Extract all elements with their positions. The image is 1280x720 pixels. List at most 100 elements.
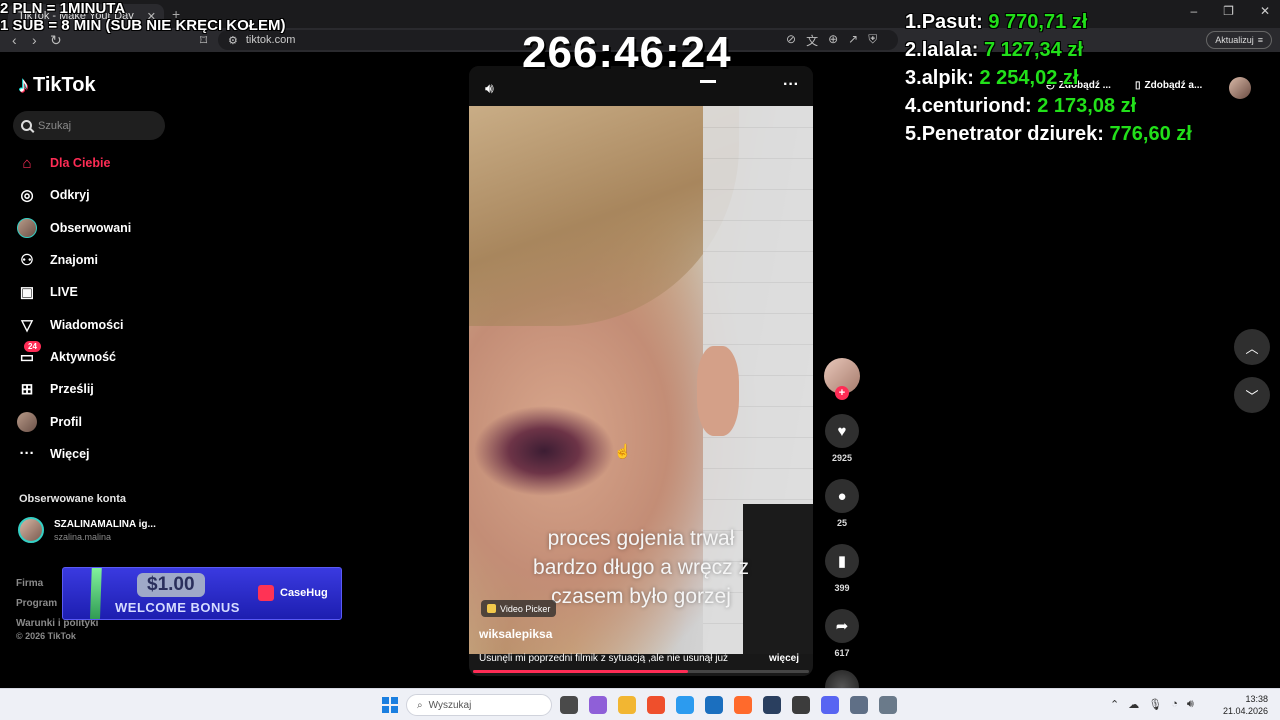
taskbar-app-icon[interactable]: [821, 696, 839, 714]
translate-icon[interactable]: 文: [806, 32, 818, 49]
sidebar-item-more[interactable]: ··· Więcej: [16, 438, 176, 470]
video-frame[interactable]: proces gojenia trwał bardzo długo a wręc…: [469, 106, 813, 654]
chevron-down-icon: ﹀: [1245, 388, 1259, 404]
search-input[interactable]: Szukaj: [13, 111, 165, 140]
speaker-icon[interactable]: 🔊︎: [1187, 698, 1194, 711]
mute-site-icon[interactable]: ⊘: [786, 32, 796, 49]
save-count: 399: [834, 583, 850, 593]
followed-accounts-title: Obserwowane konta: [19, 493, 126, 505]
more-options-icon[interactable]: ···: [783, 76, 799, 94]
restore-icon[interactable]: ❐: [1223, 4, 1234, 18]
share-icon[interactable]: ↗: [848, 32, 858, 49]
leaderboard-row: 3.alpik: 2 254,02 zł: [905, 64, 1192, 92]
onedrive-icon[interactable]: ☁: [1128, 698, 1139, 711]
reload-icon[interactable]: ↻: [50, 32, 62, 49]
volume-icon[interactable]: 🔊︎: [485, 80, 494, 97]
back-icon[interactable]: ‹: [12, 32, 17, 48]
user-avatar[interactable]: [1229, 77, 1251, 99]
sidebar-item-for-you[interactable]: ⌂ Dla Ciebie: [16, 147, 176, 179]
followed-account[interactable]: SZALINAMALINA ig... szalina.malina: [18, 517, 156, 543]
clock-time: 13:38: [1245, 694, 1268, 704]
activity-badge: 24: [24, 340, 41, 352]
tiktok-wordmark: TikTok: [33, 73, 96, 96]
follow-plus-icon[interactable]: +: [835, 386, 849, 400]
taskbar-app-icon[interactable]: [850, 696, 868, 714]
followed-account-handle: szalina.malina: [54, 531, 112, 542]
site-info-icon[interactable]: ⚙: [228, 34, 238, 47]
zoom-icon[interactable]: ⊕: [828, 32, 838, 49]
taskbar-search-input[interactable]: ⌕ Wyszukaj: [406, 694, 552, 716]
sidebar-item-messages[interactable]: ▽ Wiadomości: [16, 308, 176, 340]
messages-icon: ▽: [21, 316, 33, 334]
video-player[interactable]: 🔊︎ ··· proces gojenia trwał bardzo długo…: [469, 66, 813, 676]
brave-shield-icon[interactable]: ⛨: [868, 32, 877, 49]
taskbar-app-icon[interactable]: [647, 696, 665, 714]
next-video-button[interactable]: ﹀: [1234, 377, 1270, 413]
taskbar-app-icon[interactable]: [560, 696, 578, 714]
taskbar-app-icon[interactable]: [734, 696, 752, 714]
sidebar-item-upload[interactable]: ⊞ Prześlij: [16, 373, 176, 405]
like-action[interactable]: ♥ 2925: [822, 414, 862, 463]
description-more-link[interactable]: więcej: [769, 653, 799, 664]
author-avatar[interactable]: +: [824, 358, 860, 400]
taskbar-app-icon[interactable]: [618, 696, 636, 714]
sidebar-item-profile[interactable]: Profil: [16, 405, 176, 437]
bookmark-icon[interactable]: ⌑: [200, 32, 207, 49]
wifi-icon[interactable]: ◔: [1171, 698, 1178, 711]
promo-banner[interactable]: $1.00 WELCOME BONUS CaseHug: [62, 567, 342, 620]
taskbar-apps: [560, 696, 897, 714]
taskbar-app-icon[interactable]: [792, 696, 810, 714]
promo-brand: CaseHug: [258, 585, 328, 601]
search-icon: ⌕: [417, 699, 423, 711]
donation-leaderboard: 1.Pasut: 9 770,71 zł 2.lalala: 7 127,34 …: [905, 8, 1192, 148]
taskbar-app-icon[interactable]: [879, 696, 897, 714]
sidebar-item-label: Więcej: [50, 446, 90, 461]
extension-icons: ⊘ 文 ⊕ ↗ ⛨: [786, 32, 877, 49]
mic-icon[interactable]: 🎙︎: [1148, 698, 1162, 711]
sidebar-item-explore[interactable]: ◎ Odkryj: [16, 179, 176, 211]
windows-start-icon[interactable]: [382, 697, 398, 713]
close-window-icon[interactable]: ✕: [1260, 4, 1270, 18]
subathon-timer: 266:46:24: [522, 28, 732, 77]
update-label: Aktualizuj: [1215, 35, 1254, 45]
sidebar-item-label: Obserwowani: [50, 220, 132, 235]
sidebar-item-live[interactable]: ▣ LIVE: [16, 276, 176, 308]
comment-icon[interactable]: ●: [825, 479, 859, 513]
leaderboard-amount: 2 254,02 zł: [979, 67, 1079, 89]
leaderboard-rank: 2.: [905, 39, 922, 61]
video-actions: + ♥ 2925 ● 25 ▮ 399 ➦ 617: [822, 358, 862, 704]
sidebar-item-activity[interactable]: ▭ 24 Aktywność: [16, 340, 176, 373]
taskbar-app-icon[interactable]: [589, 696, 607, 714]
sidebar-item-friends[interactable]: ⚇ Znajomi: [16, 244, 176, 276]
caption-line: proces gojenia trwał: [547, 527, 735, 550]
comment-count: 25: [836, 518, 847, 528]
update-button[interactable]: Aktualizuj ≡: [1206, 31, 1272, 49]
leaderboard-amount: 7 127,34 zł: [983, 39, 1083, 61]
previous-video-button[interactable]: ︿: [1234, 329, 1270, 365]
share-count: 617: [834, 648, 850, 658]
compass-icon: ◎: [20, 187, 34, 205]
video-author[interactable]: wiksalepiksa: [479, 627, 552, 641]
video-picker-tag[interactable]: Video Picker: [481, 600, 557, 617]
leaderboard-rank: 5.: [905, 123, 922, 145]
share-action[interactable]: ➦ 617: [822, 609, 862, 658]
taskbar-app-icon[interactable]: [705, 696, 723, 714]
bookmark-icon[interactable]: ▮: [825, 544, 859, 578]
video-progress-bar[interactable]: [473, 670, 809, 673]
leaderboard-rank: 1.: [905, 11, 922, 33]
taskbar-app-icon[interactable]: [676, 696, 694, 714]
tiktok-logo[interactable]: ♪ TikTok: [18, 72, 96, 98]
comment-action[interactable]: ● 25: [822, 479, 862, 528]
forward-icon[interactable]: ›: [32, 32, 37, 48]
tray-chevron-icon[interactable]: ⌃: [1110, 698, 1119, 711]
menu-icon: ≡: [1257, 35, 1263, 45]
share-arrow-icon[interactable]: ➦: [825, 609, 859, 643]
taskbar-app-icon[interactable]: [763, 696, 781, 714]
leaderboard-row: 2.lalala: 7 127,34 zł: [905, 36, 1192, 64]
heart-icon[interactable]: ♥: [825, 414, 859, 448]
save-action[interactable]: ▮ 399: [822, 544, 862, 593]
sidebar-item-following[interactable]: Obserwowani: [16, 212, 176, 244]
video-progress-fill: [473, 670, 689, 673]
mouse-cursor-icon: ☝: [614, 443, 632, 459]
taskbar-clock[interactable]: 13:38 21.04.2026: [1223, 693, 1268, 717]
